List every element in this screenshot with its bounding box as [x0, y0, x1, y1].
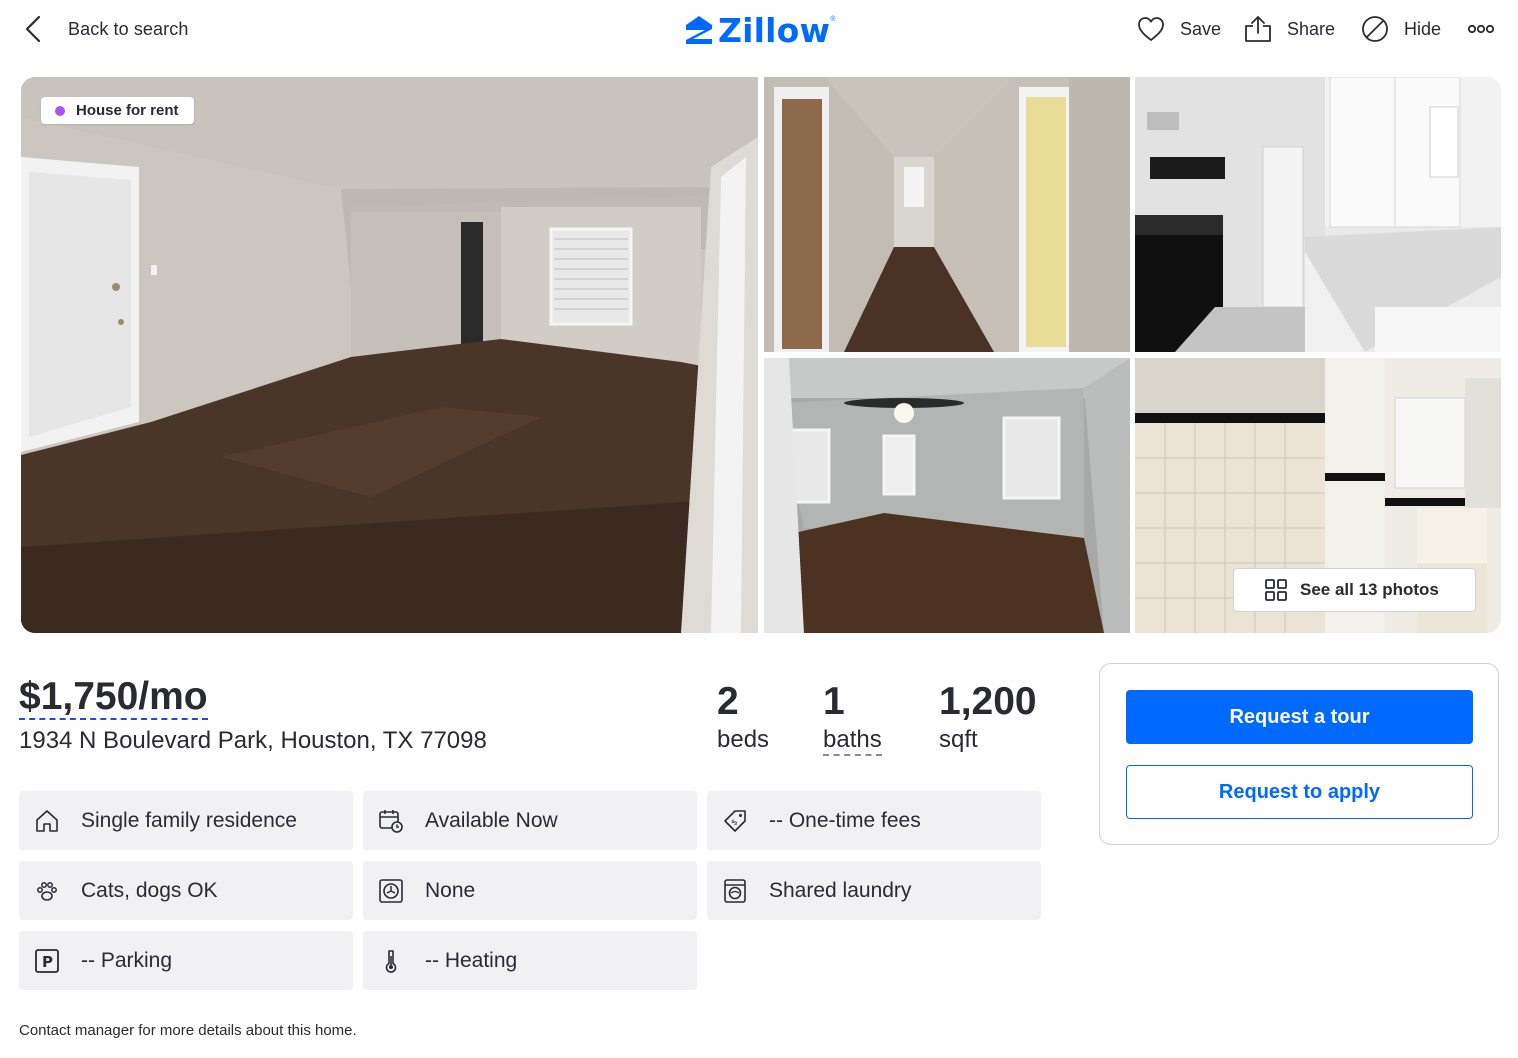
save-button[interactable]: Save: [1136, 12, 1221, 46]
beds-value: 2: [717, 680, 739, 723]
see-all-photos-button[interactable]: See all 13 photos: [1233, 568, 1476, 612]
sqft-stat: 1,200 sqft: [939, 680, 1037, 756]
photo-kitchen[interactable]: [1135, 77, 1501, 352]
sqft-value: 1,200: [939, 680, 1037, 723]
zillow-house-icon: [686, 16, 712, 44]
cooling-label: None: [425, 878, 476, 902]
thermometer-icon: [385, 949, 397, 973]
heating-label: -- Heating: [425, 948, 518, 972]
availability-label: Available Now: [425, 808, 558, 832]
paw-icon: [37, 881, 57, 901]
bedroom-photo: [764, 358, 1130, 633]
logo-wordmark: Zillow: [718, 10, 831, 50]
back-to-search-link[interactable]: Back to search: [22, 12, 188, 46]
fact-cooling: None: [363, 861, 697, 920]
contact-card: Request a tour Request to apply: [1099, 663, 1499, 845]
air-conditioner-icon: [379, 878, 403, 903]
baths-value: 1: [823, 680, 845, 723]
hide-label: Hide: [1404, 18, 1442, 39]
share-label: Share: [1287, 18, 1336, 39]
price-tag-icon: $: [724, 809, 746, 832]
pets-label: Cats, dogs OK: [81, 878, 218, 902]
back-to-search-label: Back to search: [68, 18, 189, 39]
parking-icon: P: [35, 948, 59, 973]
photo-bedroom[interactable]: [764, 358, 1130, 633]
save-label: Save: [1180, 18, 1222, 39]
photo-gallery: House for rent See all 13 photos: [21, 77, 1501, 633]
photo-living-room[interactable]: [21, 77, 758, 633]
fact-heating: -- Heating: [363, 931, 697, 990]
fees-label: -- One-time fees: [769, 808, 921, 832]
heart-icon: [1138, 17, 1164, 41]
listing-address: 1934 N Boulevard Park, Houston, TX 77098: [19, 727, 487, 754]
baths-stat[interactable]: 1 baths: [823, 680, 882, 756]
living-room-photo: [21, 77, 758, 633]
request-apply-button[interactable]: Request to apply: [1126, 765, 1473, 819]
listing-type-badge: House for rent: [41, 97, 194, 124]
house-icon: [36, 809, 58, 832]
kitchen-photo: [1135, 77, 1501, 352]
hallway-photo: [764, 77, 1130, 352]
badge-dot-icon: [55, 105, 65, 116]
top-bar: Back to search Zillow ® Save Share Hide: [0, 0, 1518, 58]
fact-laundry: Shared laundry: [707, 861, 1041, 920]
see-all-photos-label: See all 13 photos: [1300, 580, 1439, 599]
request-tour-button[interactable]: Request a tour: [1126, 690, 1473, 744]
share-button[interactable]: Share: [1243, 12, 1335, 46]
more-dots-icon: [1467, 24, 1495, 34]
beds-stat: 2 beds: [717, 680, 769, 756]
chevron-left-icon: [25, 15, 41, 43]
zillow-logo[interactable]: Zillow ®: [684, 10, 835, 50]
parking-label: -- Parking: [81, 948, 173, 972]
beds-label: beds: [717, 726, 770, 753]
fact-home-type: Single family residence: [19, 791, 353, 850]
logo-trademark: ®: [830, 16, 836, 23]
hide-icon: [1362, 16, 1388, 42]
fact-fees: $ -- One-time fees: [707, 791, 1041, 850]
home-type-label: Single family residence: [81, 808, 297, 832]
photo-hallway[interactable]: [764, 77, 1130, 352]
calendar-clock-icon: [379, 809, 403, 833]
contact-footnote: Contact manager for more details about t…: [19, 1022, 357, 1039]
grid-icon: [1265, 579, 1287, 601]
sqft-label: sqft: [939, 726, 978, 753]
fact-availability: Available Now: [363, 791, 697, 850]
more-options-button[interactable]: [1466, 12, 1496, 46]
badge-label: House for rent: [76, 102, 179, 119]
svg-text:P: P: [42, 953, 53, 971]
share-icon: [1245, 16, 1271, 42]
hide-button[interactable]: Hide: [1360, 12, 1441, 46]
fact-parking: P -- Parking: [19, 931, 353, 990]
fact-pets: Cats, dogs OK: [19, 861, 353, 920]
baths-label[interactable]: baths: [823, 726, 882, 756]
laundry-label: Shared laundry: [769, 878, 912, 902]
listing-price[interactable]: $1,750/mo: [19, 676, 208, 720]
washer-icon: [724, 878, 746, 903]
